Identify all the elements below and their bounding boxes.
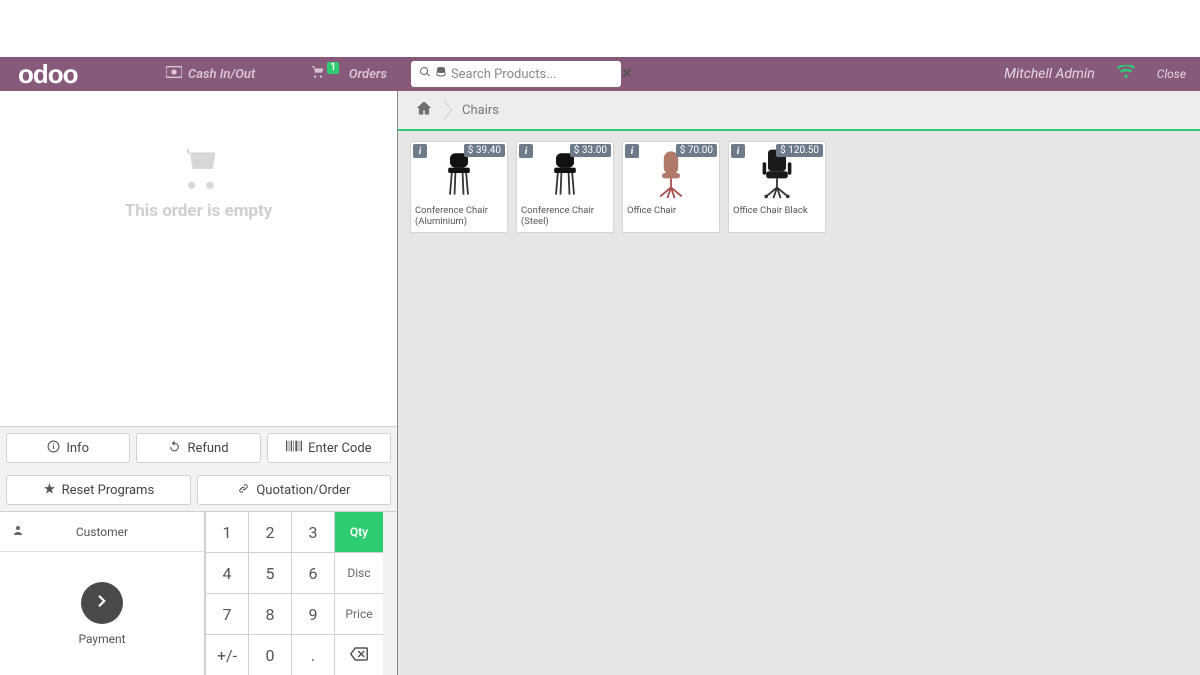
orders-button[interactable]: 1 Orders xyxy=(271,57,403,91)
payment-button[interactable]: Payment xyxy=(0,552,204,675)
product-pane: Chairs i $ 39.40 Conference Chair (Alumi… xyxy=(398,91,1200,675)
barcode-icon xyxy=(286,440,302,456)
app-root: odoo Cash In/Out 1 Orders ✕ Mitc xyxy=(0,0,1200,675)
chevron-right-icon xyxy=(93,592,111,614)
numpad-7[interactable]: 7 xyxy=(206,594,248,634)
product-price-badge: $ 33.00 xyxy=(570,144,611,157)
order-pane: This order is empty Info Refund Enter Co… xyxy=(0,91,398,675)
enter-code-label: Enter Code xyxy=(308,441,371,456)
cash-icon xyxy=(166,66,182,82)
database-icon xyxy=(435,66,447,82)
enter-code-button[interactable]: Enter Code xyxy=(267,433,391,463)
cash-label: Cash In/Out xyxy=(188,67,255,82)
pad-area: Info Refund Enter Code Reset Programs xyxy=(0,426,397,675)
product-price-badge: $ 120.50 xyxy=(776,144,823,157)
main-area: This order is empty Info Refund Enter Co… xyxy=(0,91,1200,675)
product-name: Office Chair Black xyxy=(729,204,825,219)
action-row-1: Info Refund Enter Code xyxy=(0,427,397,469)
product-card[interactable]: i $ 70.00 Office Chair xyxy=(622,141,720,233)
info-icon xyxy=(47,440,60,457)
customer-column: Customer Payment xyxy=(0,512,205,675)
info-label: Info xyxy=(66,441,89,456)
numpad-8[interactable]: 8 xyxy=(249,594,291,634)
user-name[interactable]: Mitchell Admin xyxy=(1004,66,1095,82)
product-name: Conference Chair (Aluminium) xyxy=(411,204,507,230)
cash-in-out-button[interactable]: Cash In/Out xyxy=(150,57,271,91)
orders-icon xyxy=(311,65,325,83)
customer-label: Customer xyxy=(36,525,192,539)
breadcrumb: Chairs xyxy=(398,91,1200,131)
topbar-right: Mitchell Admin Close xyxy=(1004,57,1186,91)
customer-button[interactable]: Customer xyxy=(0,512,204,552)
topbar: odoo Cash In/Out 1 Orders ✕ Mitc xyxy=(0,57,1200,91)
numpad-6[interactable]: 6 xyxy=(292,553,334,593)
breadcrumb-current[interactable]: Chairs xyxy=(448,103,513,118)
numpad-5[interactable]: 5 xyxy=(249,553,291,593)
order-empty-state: This order is empty xyxy=(0,91,397,426)
product-price-badge: $ 70.00 xyxy=(676,144,717,157)
numpad-price[interactable]: Price xyxy=(335,594,383,634)
search-clear-button[interactable]: ✕ xyxy=(621,66,633,82)
brand-logo: odoo xyxy=(0,59,150,90)
numpad-4[interactable]: 4 xyxy=(206,553,248,593)
quotation-order-button[interactable]: Quotation/Order xyxy=(197,475,391,505)
quotation-order-label: Quotation/Order xyxy=(256,483,350,498)
backspace-icon xyxy=(350,646,368,665)
refund-button[interactable]: Refund xyxy=(136,433,260,463)
product-name: Office Chair xyxy=(623,204,719,219)
close-button[interactable]: Close xyxy=(1157,67,1186,81)
numpad-qty[interactable]: Qty xyxy=(335,512,383,552)
action-row-2: Reset Programs Quotation/Order xyxy=(0,469,397,511)
bottom-grid: Customer Payment 1 2 3 Qty xyxy=(0,511,397,675)
product-grid: i $ 39.40 Conference Chair (Aluminium) i… xyxy=(398,131,1200,675)
product-name: Conference Chair (Steel) xyxy=(517,204,613,230)
search-icon xyxy=(419,66,431,82)
numpad-1[interactable]: 1 xyxy=(206,512,248,552)
numpad-0[interactable]: 0 xyxy=(249,635,291,675)
user-icon xyxy=(12,524,24,539)
product-card[interactable]: i $ 39.40 Conference Chair (Aluminium) xyxy=(410,141,508,233)
orders-count-badge: 1 xyxy=(327,62,339,74)
reset-programs-label: Reset Programs xyxy=(62,483,155,498)
numpad-plusminus[interactable]: +/- xyxy=(206,635,248,675)
cart-icon xyxy=(172,145,226,193)
search-input[interactable] xyxy=(451,67,617,82)
numpad-dot[interactable]: . xyxy=(292,635,334,675)
breadcrumb-home[interactable] xyxy=(408,96,440,124)
order-empty-message: This order is empty xyxy=(125,201,273,221)
payment-circle xyxy=(81,582,123,624)
undo-icon xyxy=(168,440,181,457)
numpad-3[interactable]: 3 xyxy=(292,512,334,552)
home-icon xyxy=(415,100,433,120)
top-spacer xyxy=(0,0,1200,57)
numpad-2[interactable]: 2 xyxy=(249,512,291,552)
reset-programs-button[interactable]: Reset Programs xyxy=(6,475,191,505)
star-icon xyxy=(43,482,56,499)
orders-label: Orders xyxy=(349,67,387,82)
payment-label: Payment xyxy=(78,632,125,646)
product-card[interactable]: i $ 33.00 Conference Chair (Steel) xyxy=(516,141,614,233)
search-box[interactable]: ✕ xyxy=(411,61,621,87)
product-card[interactable]: i $ 120.50 Office Chair Black xyxy=(728,141,826,233)
product-info-icon[interactable]: i xyxy=(413,144,427,158)
wifi-icon xyxy=(1117,65,1135,83)
info-button[interactable]: Info xyxy=(6,433,130,463)
link-icon xyxy=(237,482,250,499)
numpad-9[interactable]: 9 xyxy=(292,594,334,634)
numpad-disc[interactable]: Disc xyxy=(335,553,383,593)
product-price-badge: $ 39.40 xyxy=(464,144,505,157)
product-info-icon[interactable]: i xyxy=(519,144,533,158)
product-info-icon[interactable]: i xyxy=(625,144,639,158)
refund-label: Refund xyxy=(187,441,228,456)
product-info-icon[interactable]: i xyxy=(731,144,745,158)
numpad: 1 2 3 Qty 4 5 6 Disc 7 8 9 Price +/- 0 xyxy=(205,512,383,675)
numpad-backspace[interactable] xyxy=(335,635,383,675)
